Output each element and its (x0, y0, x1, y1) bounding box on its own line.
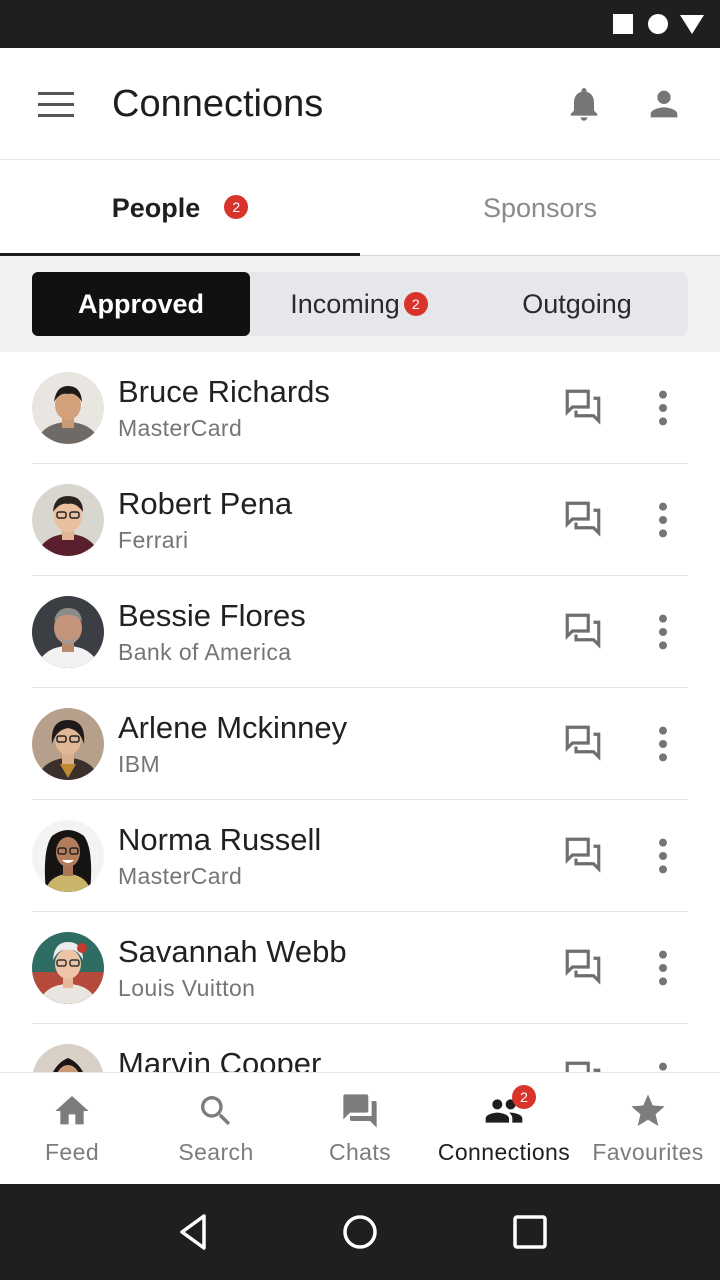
segment-incoming-label: Incoming (290, 288, 400, 319)
list-item[interactable]: Robert Pena Ferrari (32, 464, 688, 576)
search-icon (201, 1096, 231, 1126)
more-vert-icon[interactable] (652, 836, 674, 876)
filter-bar: Approved Incoming 2 Outgoing (0, 256, 720, 352)
star-icon (631, 1094, 665, 1126)
connection-company: Louis Vuitton (118, 975, 256, 1001)
avatar (32, 484, 104, 556)
forum-icon[interactable] (560, 610, 606, 652)
forum-icon[interactable] (560, 498, 606, 540)
nav-favourites-label: Favourites (592, 1139, 704, 1165)
status-signal-icon (680, 15, 704, 34)
tab-sponsors[interactable]: Sponsors (360, 160, 720, 256)
list-item[interactable]: Bruce Richards MasterCard (32, 352, 688, 464)
bottom-navigation: Feed Search Chats 2 Connections Favourit… (0, 1072, 720, 1184)
forum-icon[interactable] (560, 834, 606, 876)
segment-incoming[interactable]: Incoming 2 (250, 272, 468, 336)
system-navigation-bar (0, 1184, 720, 1280)
account-icon[interactable] (644, 84, 684, 124)
forum-icon (343, 1094, 377, 1128)
avatar (32, 708, 104, 780)
tab-sponsors-label: Sponsors (482, 192, 598, 223)
nav-search[interactable]: Search (144, 1073, 288, 1185)
connection-company: Ferrari (118, 527, 189, 553)
more-vert-icon[interactable] (652, 500, 674, 540)
avatar (32, 820, 104, 892)
connection-name: Bessie Flores (118, 598, 306, 633)
connection-company: Bank of America (118, 639, 292, 665)
connection-name: Norma Russell (118, 822, 322, 857)
recents-icon[interactable] (510, 1212, 550, 1252)
tab-people-label: People (111, 192, 201, 223)
more-vert-icon[interactable] (652, 948, 674, 988)
forum-icon[interactable] (560, 946, 606, 988)
segment-outgoing-label: Outgoing (522, 288, 632, 319)
home-icon (55, 1096, 89, 1125)
connection-name: Bruce Richards (118, 374, 330, 409)
list-item[interactable]: Norma Russell MasterCard (32, 800, 688, 912)
connection-name: Marvin Cooper (118, 1046, 322, 1072)
avatar (32, 596, 104, 668)
connection-name: Savannah Webb (118, 934, 347, 969)
nav-favourites[interactable]: Favourites (576, 1073, 720, 1185)
avatar (32, 372, 104, 444)
connection-name: Robert Pena (118, 486, 293, 521)
forum-icon[interactable] (560, 1058, 606, 1072)
home-button-icon[interactable] (340, 1212, 380, 1252)
nav-search-label: Search (178, 1139, 254, 1165)
top-tabs: People 2 Sponsors (0, 160, 720, 256)
connection-company: MasterCard (118, 415, 243, 441)
nav-connections-badge: 2 (512, 1085, 536, 1109)
tab-people[interactable]: People 2 (0, 160, 360, 256)
connections-list: Bruce Richards MasterCard Robert Pena Fe… (0, 352, 720, 1072)
list-item[interactable]: Arlene Mckinney IBM (32, 688, 688, 800)
nav-feed-label: Feed (44, 1139, 100, 1165)
status-circle-icon (648, 14, 668, 34)
segment-incoming-badge: 2 (403, 292, 428, 316)
connection-company: IBM (118, 751, 161, 777)
connection-name: Arlene Mckinney (118, 710, 348, 745)
list-item[interactable]: Savannah Webb Louis Vuitton (32, 912, 688, 1024)
menu-icon[interactable] (38, 92, 74, 118)
nav-chats[interactable]: Chats (288, 1073, 432, 1185)
avatar (32, 932, 104, 1004)
status-bar (0, 0, 720, 48)
avatar (32, 1044, 104, 1072)
nav-connections-label: Connections (437, 1139, 571, 1165)
more-vert-icon[interactable] (652, 1060, 674, 1072)
more-vert-icon[interactable] (652, 612, 674, 652)
more-vert-icon[interactable] (652, 724, 674, 764)
connection-company: MasterCard (118, 863, 243, 889)
segment-approved-label: Approved (77, 288, 204, 319)
list-item[interactable]: Marvin Cooper (32, 1024, 688, 1072)
forum-icon[interactable] (560, 722, 606, 764)
back-icon[interactable] (174, 1212, 214, 1252)
nav-connections[interactable]: 2 Connections (432, 1073, 576, 1185)
forum-icon[interactable] (560, 386, 606, 428)
status-segmented-control: Approved Incoming 2 Outgoing (32, 272, 688, 336)
nav-chats-label: Chats (328, 1139, 392, 1165)
segment-approved[interactable]: Approved (32, 272, 250, 336)
segment-outgoing[interactable]: Outgoing (468, 272, 686, 336)
status-square-icon (613, 14, 633, 34)
app-bar: Connections (0, 48, 720, 160)
nav-feed[interactable]: Feed (0, 1073, 144, 1185)
bell-icon[interactable] (564, 84, 604, 124)
more-vert-icon[interactable] (652, 388, 674, 428)
page-title: Connections (112, 83, 324, 125)
list-item[interactable]: Bessie Flores Bank of America (32, 576, 688, 688)
tab-people-badge: 2 (224, 195, 249, 219)
